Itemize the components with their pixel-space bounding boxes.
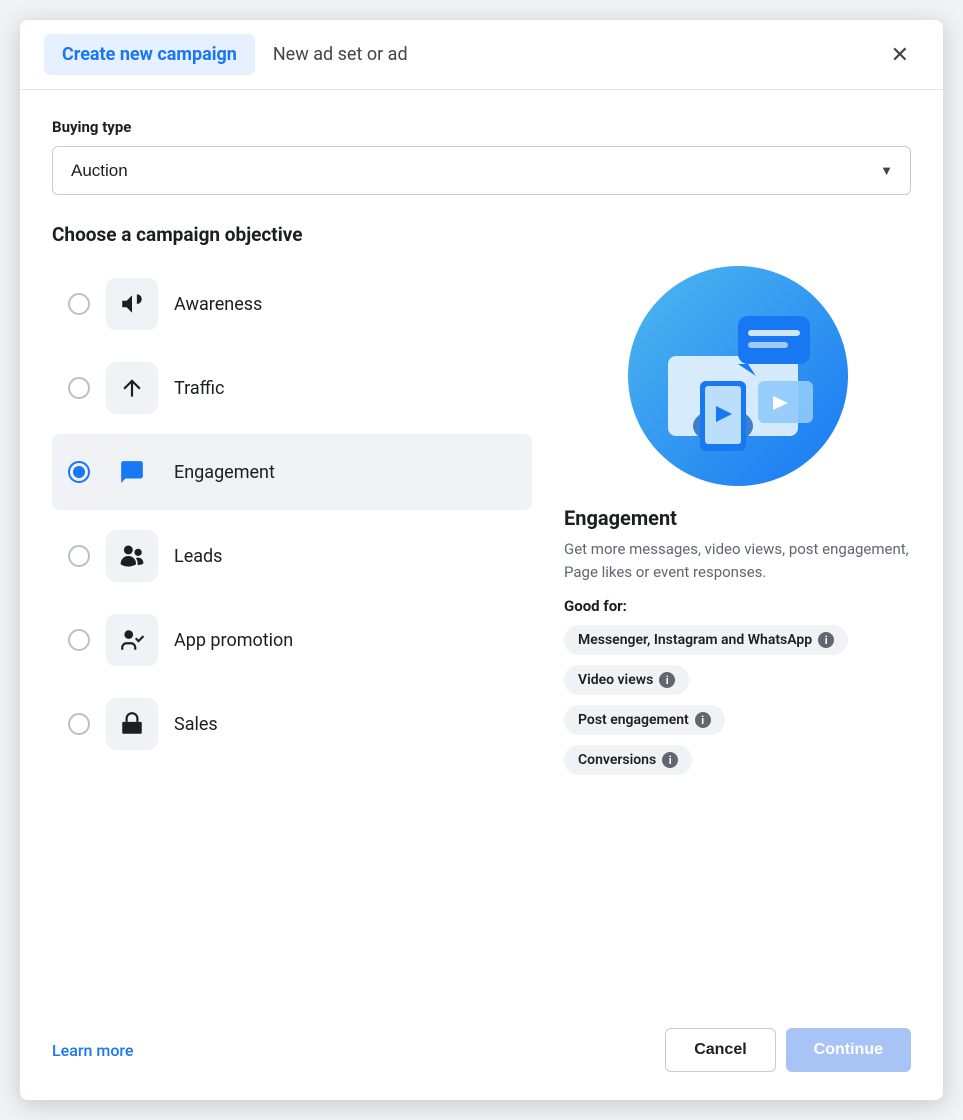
tags-list: Messenger, Instagram and WhatsApp i Vide… (564, 625, 848, 783)
objective-engagement[interactable]: Engagement (52, 434, 532, 510)
objective-traffic[interactable]: Traffic (52, 350, 532, 426)
tag-messenger: Messenger, Instagram and WhatsApp i (564, 625, 848, 655)
modal-body: Buying type Auction Reach and Frequency … (20, 90, 943, 984)
tab-new-ad-set[interactable]: New ad set or ad (255, 34, 426, 75)
engagement-icon-box (106, 446, 158, 498)
messenger-info-icon[interactable]: i (818, 632, 834, 648)
objective-awareness[interactable]: Awareness (52, 266, 532, 342)
conversions-tag-label: Conversions (578, 752, 656, 768)
objective-section-label: Choose a campaign objective (52, 223, 911, 246)
app-promotion-label: App promotion (174, 630, 293, 651)
video-views-tag-label: Video views (578, 672, 653, 688)
tag-conversions: Conversions i (564, 745, 692, 775)
buying-type-wrapper: Auction Reach and Frequency ▼ (52, 146, 911, 195)
video-views-info-icon[interactable]: i (659, 672, 675, 688)
radio-leads (68, 545, 90, 567)
footer-buttons: Cancel Continue (665, 1028, 911, 1072)
conversions-info-icon[interactable]: i (662, 752, 678, 768)
post-engagement-tag-label: Post engagement (578, 712, 689, 728)
detail-title: Engagement (564, 506, 677, 530)
good-for-label: Good for: (564, 597, 627, 615)
engagement-illustration (628, 266, 848, 486)
messenger-tag-label: Messenger, Instagram and WhatsApp (578, 632, 812, 648)
continue-button[interactable]: Continue (786, 1028, 911, 1072)
sales-label: Sales (174, 714, 218, 735)
traffic-label: Traffic (174, 378, 224, 399)
engagement-label: Engagement (174, 462, 275, 483)
tag-video-views: Video views i (564, 665, 689, 695)
main-content: Awareness Traffic (52, 266, 911, 984)
detail-description: Get more messages, video views, post eng… (564, 538, 911, 583)
traffic-icon-box (106, 362, 158, 414)
radio-traffic (68, 377, 90, 399)
close-icon: ✕ (891, 42, 909, 68)
modal-header: Create new campaign New ad set or ad ✕ (20, 20, 943, 90)
leads-label: Leads (174, 546, 222, 567)
modal-footer: Learn more Cancel Continue (20, 1008, 943, 1100)
radio-app-promotion (68, 629, 90, 651)
radio-engagement (68, 461, 90, 483)
radio-sales (68, 713, 90, 735)
close-button[interactable]: ✕ (881, 36, 919, 74)
detail-panel: Engagement Get more messages, video view… (532, 266, 911, 984)
sales-icon-box (106, 698, 158, 750)
tab-create-campaign[interactable]: Create new campaign (44, 34, 255, 75)
objectives-list: Awareness Traffic (52, 266, 532, 984)
app-promotion-icon-box (106, 614, 158, 666)
awareness-label: Awareness (174, 294, 262, 315)
leads-icon-box (106, 530, 158, 582)
learn-more-link[interactable]: Learn more (52, 1041, 133, 1060)
cancel-button[interactable]: Cancel (665, 1028, 775, 1072)
radio-awareness (68, 293, 90, 315)
modal-dialog: Create new campaign New ad set or ad ✕ B… (20, 20, 943, 1100)
objective-app-promotion[interactable]: App promotion (52, 602, 532, 678)
buying-type-label: Buying type (52, 118, 911, 136)
tag-post-engagement: Post engagement i (564, 705, 725, 735)
awareness-icon-box (106, 278, 158, 330)
objective-leads[interactable]: Leads (52, 518, 532, 594)
objective-sales[interactable]: Sales (52, 686, 532, 762)
buying-type-select[interactable]: Auction Reach and Frequency (52, 146, 911, 195)
post-engagement-info-icon[interactable]: i (695, 712, 711, 728)
